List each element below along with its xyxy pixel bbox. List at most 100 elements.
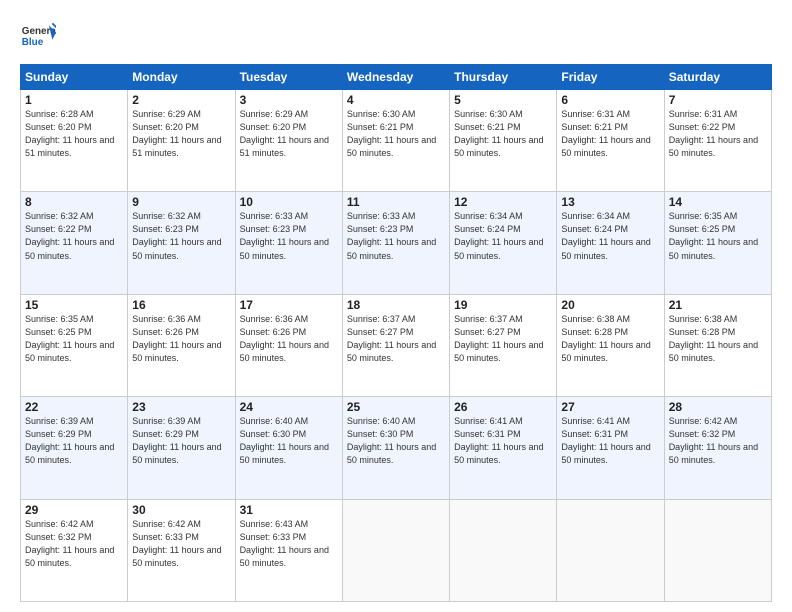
calendar-cell: 4 Sunrise: 6:30 AM Sunset: 6:21 PM Dayli…: [342, 90, 449, 192]
day-number: 11: [347, 195, 445, 209]
day-number: 22: [25, 400, 123, 414]
day-header-wednesday: Wednesday: [342, 65, 449, 90]
day-info: Sunrise: 6:37 AM Sunset: 6:27 PM Dayligh…: [347, 313, 445, 365]
day-number: 23: [132, 400, 230, 414]
day-number: 3: [240, 93, 338, 107]
day-number: 24: [240, 400, 338, 414]
calendar-cell: 13 Sunrise: 6:34 AM Sunset: 6:24 PM Dayl…: [557, 192, 664, 294]
day-number: 10: [240, 195, 338, 209]
day-number: 14: [669, 195, 767, 209]
day-number: 6: [561, 93, 659, 107]
calendar-cell: 6 Sunrise: 6:31 AM Sunset: 6:21 PM Dayli…: [557, 90, 664, 192]
calendar-cell: 2 Sunrise: 6:29 AM Sunset: 6:20 PM Dayli…: [128, 90, 235, 192]
day-header-friday: Friday: [557, 65, 664, 90]
day-info: Sunrise: 6:33 AM Sunset: 6:23 PM Dayligh…: [347, 210, 445, 262]
day-info: Sunrise: 6:39 AM Sunset: 6:29 PM Dayligh…: [25, 415, 123, 467]
calendar-cell: 8 Sunrise: 6:32 AM Sunset: 6:22 PM Dayli…: [21, 192, 128, 294]
day-number: 28: [669, 400, 767, 414]
day-info: Sunrise: 6:43 AM Sunset: 6:33 PM Dayligh…: [240, 518, 338, 570]
day-info: Sunrise: 6:38 AM Sunset: 6:28 PM Dayligh…: [561, 313, 659, 365]
day-info: Sunrise: 6:30 AM Sunset: 6:21 PM Dayligh…: [454, 108, 552, 160]
calendar-cell: 30 Sunrise: 6:42 AM Sunset: 6:33 PM Dayl…: [128, 499, 235, 601]
calendar-cell: 17 Sunrise: 6:36 AM Sunset: 6:26 PM Dayl…: [235, 294, 342, 396]
day-info: Sunrise: 6:31 AM Sunset: 6:21 PM Dayligh…: [561, 108, 659, 160]
day-number: 19: [454, 298, 552, 312]
calendar-cell: 28 Sunrise: 6:42 AM Sunset: 6:32 PM Dayl…: [664, 397, 771, 499]
day-info: Sunrise: 6:38 AM Sunset: 6:28 PM Dayligh…: [669, 313, 767, 365]
day-header-sunday: Sunday: [21, 65, 128, 90]
calendar-cell: 29 Sunrise: 6:42 AM Sunset: 6:32 PM Dayl…: [21, 499, 128, 601]
day-number: 12: [454, 195, 552, 209]
calendar-cell: [664, 499, 771, 601]
day-number: 13: [561, 195, 659, 209]
week-row: 8 Sunrise: 6:32 AM Sunset: 6:22 PM Dayli…: [21, 192, 772, 294]
day-header-thursday: Thursday: [450, 65, 557, 90]
day-header-tuesday: Tuesday: [235, 65, 342, 90]
calendar-cell: 12 Sunrise: 6:34 AM Sunset: 6:24 PM Dayl…: [450, 192, 557, 294]
day-info: Sunrise: 6:35 AM Sunset: 6:25 PM Dayligh…: [669, 210, 767, 262]
day-number: 29: [25, 503, 123, 517]
calendar-cell: [450, 499, 557, 601]
day-header-saturday: Saturday: [664, 65, 771, 90]
calendar: SundayMondayTuesdayWednesdayThursdayFrid…: [20, 64, 772, 602]
day-number: 30: [132, 503, 230, 517]
header: General Blue: [20, 18, 772, 54]
day-header-monday: Monday: [128, 65, 235, 90]
calendar-cell: 22 Sunrise: 6:39 AM Sunset: 6:29 PM Dayl…: [21, 397, 128, 499]
day-number: 26: [454, 400, 552, 414]
calendar-cell: 14 Sunrise: 6:35 AM Sunset: 6:25 PM Dayl…: [664, 192, 771, 294]
day-number: 15: [25, 298, 123, 312]
day-info: Sunrise: 6:34 AM Sunset: 6:24 PM Dayligh…: [561, 210, 659, 262]
day-info: Sunrise: 6:31 AM Sunset: 6:22 PM Dayligh…: [669, 108, 767, 160]
calendar-cell: 3 Sunrise: 6:29 AM Sunset: 6:20 PM Dayli…: [235, 90, 342, 192]
svg-text:Blue: Blue: [22, 37, 44, 48]
calendar-cell: 25 Sunrise: 6:40 AM Sunset: 6:30 PM Dayl…: [342, 397, 449, 499]
calendar-cell: 15 Sunrise: 6:35 AM Sunset: 6:25 PM Dayl…: [21, 294, 128, 396]
calendar-cell: 9 Sunrise: 6:32 AM Sunset: 6:23 PM Dayli…: [128, 192, 235, 294]
day-number: 1: [25, 93, 123, 107]
calendar-cell: 5 Sunrise: 6:30 AM Sunset: 6:21 PM Dayli…: [450, 90, 557, 192]
calendar-cell: 1 Sunrise: 6:28 AM Sunset: 6:20 PM Dayli…: [21, 90, 128, 192]
calendar-cell: 16 Sunrise: 6:36 AM Sunset: 6:26 PM Dayl…: [128, 294, 235, 396]
day-number: 5: [454, 93, 552, 107]
day-info: Sunrise: 6:34 AM Sunset: 6:24 PM Dayligh…: [454, 210, 552, 262]
day-info: Sunrise: 6:40 AM Sunset: 6:30 PM Dayligh…: [240, 415, 338, 467]
calendar-cell: 19 Sunrise: 6:37 AM Sunset: 6:27 PM Dayl…: [450, 294, 557, 396]
day-info: Sunrise: 6:29 AM Sunset: 6:20 PM Dayligh…: [240, 108, 338, 160]
day-number: 25: [347, 400, 445, 414]
day-info: Sunrise: 6:42 AM Sunset: 6:32 PM Dayligh…: [25, 518, 123, 570]
day-number: 4: [347, 93, 445, 107]
day-info: Sunrise: 6:40 AM Sunset: 6:30 PM Dayligh…: [347, 415, 445, 467]
day-info: Sunrise: 6:36 AM Sunset: 6:26 PM Dayligh…: [132, 313, 230, 365]
day-info: Sunrise: 6:41 AM Sunset: 6:31 PM Dayligh…: [454, 415, 552, 467]
calendar-cell: 18 Sunrise: 6:37 AM Sunset: 6:27 PM Dayl…: [342, 294, 449, 396]
day-info: Sunrise: 6:28 AM Sunset: 6:20 PM Dayligh…: [25, 108, 123, 160]
calendar-cell: 21 Sunrise: 6:38 AM Sunset: 6:28 PM Dayl…: [664, 294, 771, 396]
calendar-cell: [342, 499, 449, 601]
calendar-cell: 7 Sunrise: 6:31 AM Sunset: 6:22 PM Dayli…: [664, 90, 771, 192]
day-info: Sunrise: 6:39 AM Sunset: 6:29 PM Dayligh…: [132, 415, 230, 467]
day-info: Sunrise: 6:33 AM Sunset: 6:23 PM Dayligh…: [240, 210, 338, 262]
day-number: 27: [561, 400, 659, 414]
day-info: Sunrise: 6:42 AM Sunset: 6:32 PM Dayligh…: [669, 415, 767, 467]
week-row: 1 Sunrise: 6:28 AM Sunset: 6:20 PM Dayli…: [21, 90, 772, 192]
calendar-cell: 23 Sunrise: 6:39 AM Sunset: 6:29 PM Dayl…: [128, 397, 235, 499]
logo: General Blue: [20, 18, 60, 54]
day-number: 31: [240, 503, 338, 517]
day-info: Sunrise: 6:42 AM Sunset: 6:33 PM Dayligh…: [132, 518, 230, 570]
day-number: 9: [132, 195, 230, 209]
day-number: 17: [240, 298, 338, 312]
calendar-cell: 26 Sunrise: 6:41 AM Sunset: 6:31 PM Dayl…: [450, 397, 557, 499]
calendar-cell: 27 Sunrise: 6:41 AM Sunset: 6:31 PM Dayl…: [557, 397, 664, 499]
calendar-cell: 11 Sunrise: 6:33 AM Sunset: 6:23 PM Dayl…: [342, 192, 449, 294]
page: General Blue SundayMondayTuesdayWednesda…: [0, 0, 792, 612]
day-info: Sunrise: 6:32 AM Sunset: 6:23 PM Dayligh…: [132, 210, 230, 262]
day-info: Sunrise: 6:37 AM Sunset: 6:27 PM Dayligh…: [454, 313, 552, 365]
day-number: 7: [669, 93, 767, 107]
day-number: 20: [561, 298, 659, 312]
calendar-cell: [557, 499, 664, 601]
day-number: 8: [25, 195, 123, 209]
logo-icon: General Blue: [20, 18, 56, 54]
calendar-cell: 31 Sunrise: 6:43 AM Sunset: 6:33 PM Dayl…: [235, 499, 342, 601]
day-info: Sunrise: 6:30 AM Sunset: 6:21 PM Dayligh…: [347, 108, 445, 160]
